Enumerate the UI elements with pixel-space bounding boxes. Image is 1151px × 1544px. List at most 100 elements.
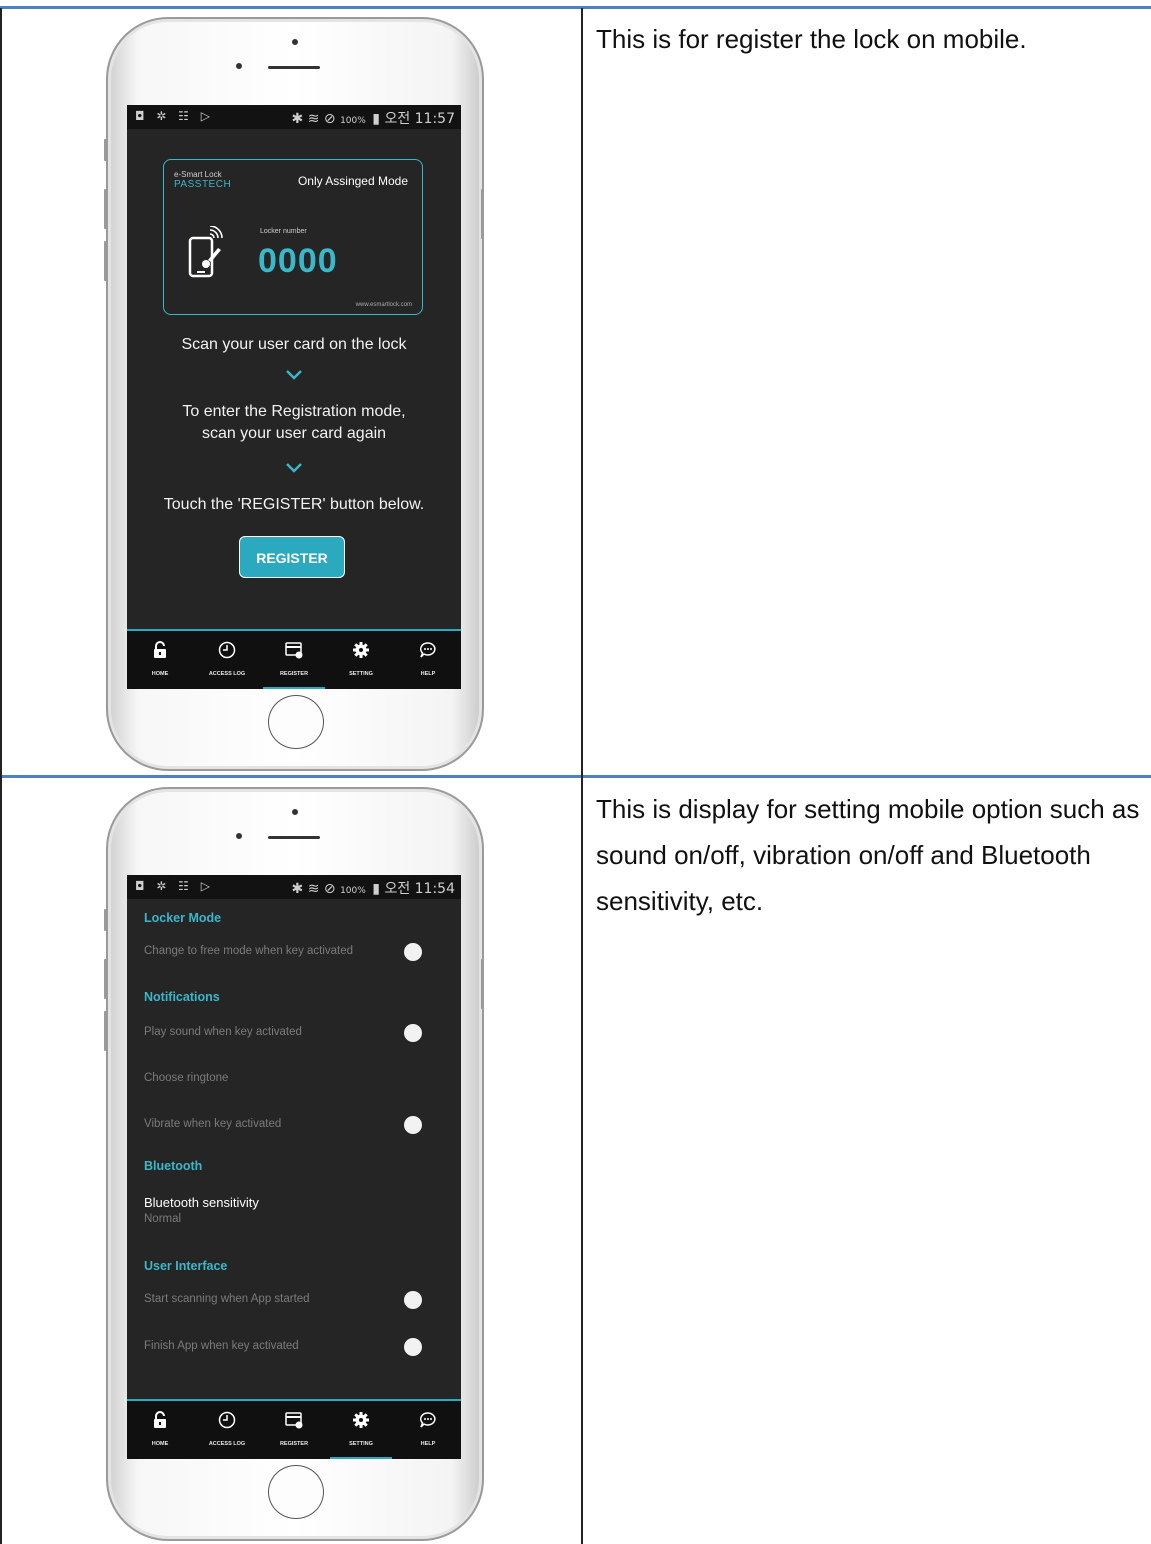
user-interface-header: User Interface [144,1259,228,1273]
nav-label: HOME [151,1441,169,1447]
phone-mockup-settings: ◘ ✲ ☷ ▷ ✱ ≋ ⊘ 100% ▮ 오전 11:54 Locker Mod… [104,787,484,1541]
nav-label: HELP [420,671,436,677]
brand-logo: PASSTECH [174,179,232,190]
instruction-step-2-line-1: To enter the Registration mode, [182,403,406,420]
vibrate-label: Vibrate when key activated [144,1118,282,1130]
free-mode-label: Change to free mode when key activated [144,945,354,957]
card-icon [285,1412,303,1429]
clock-time: 오전 11:57 [384,111,455,127]
locker-number-value: 0000 [258,242,338,280]
volume-down-button [104,241,107,281]
phone-mockup-register: ◘ ✲ ☷ ▷ ✱ ≋ ⊘ 100% ▮ 오전 11:57 e-Smart Lo… [104,17,484,771]
clock-time: 오전 11:54 [384,881,455,897]
settings-screen: ◘ ✲ ☷ ▷ ✱ ≋ ⊘ 100% ▮ 오전 11:54 Locker Mod… [127,875,461,1459]
document-table: This is for register the lock on mobile.… [0,0,1151,1544]
battery-percent: 100% [340,116,366,126]
notification-icons: ◘ ✲ ☷ ▷ [135,879,214,893]
power-button [481,959,484,1009]
mode-title: Only Assinged Mode [297,174,408,188]
nav-home[interactable]: HOME [127,1401,193,1459]
system-status: ✱ ≋ ⊘ 100% ▮ 오전 11:57 [292,108,455,128]
bottom-nav: HOME ACCESS LOG REGISTER SETTING HELP [127,629,461,689]
choose-ringtone-item[interactable]: Choose ringtone [144,1072,228,1084]
nav-label: HELP [420,1441,436,1447]
clock-icon [218,641,236,659]
bluetooth-sensitivity-item[interactable]: Bluetooth sensitivity [144,1195,259,1210]
instruction-step-2-line-2: scan your user card again [201,425,387,442]
row1-description: This is for register the lock on mobile. [596,24,1027,54]
status-bar: ◘ ✲ ☷ ▷ ✱ ≋ ⊘ 100% ▮ 오전 11:54 [127,875,461,899]
finish-app-toggle[interactable] [404,1338,422,1356]
power-button [481,189,484,239]
system-status: ✱ ≋ ⊘ 100% ▮ 오전 11:54 [292,878,455,898]
nav-label: SETTING [349,1441,373,1447]
status-bar: ◘ ✲ ☷ ▷ ✱ ≋ ⊘ 100% ▮ 오전 11:57 [127,105,461,129]
connectivity-icons: ✱ ≋ ⊘ [291,881,336,897]
volume-down-button [104,1011,107,1051]
mute-switch [104,909,107,931]
home-button [268,695,324,749]
proximity-sensor [292,809,298,815]
nav-home[interactable]: HOME [127,631,193,689]
nav-register[interactable]: REGISTER [261,1401,327,1459]
mute-switch [104,139,107,161]
nav-label: ACCESS LOG [208,671,246,677]
nav-label: REGISTER [279,671,309,677]
home-button [268,1465,324,1519]
table-left-border [0,8,2,1544]
instruction-step-1: Scan your user card on the lock [181,336,407,353]
table-column-divider [581,8,583,1544]
clock-icon [218,1411,236,1429]
instruction-step-3: Touch the 'REGISTER' button below. [163,496,425,513]
earpiece-speaker [268,836,320,839]
nav-access-log[interactable]: ACCESS LOG [194,631,260,689]
connectivity-icons: ✱ ≋ ⊘ [291,111,336,127]
start-scanning-toggle[interactable] [404,1291,422,1309]
start-scanning-label: Start scanning when App started [144,1293,310,1305]
battery-icon: ▮ [372,881,380,897]
play-sound-toggle[interactable] [404,1024,422,1042]
gear-icon [353,642,369,658]
bottom-nav: HOME ACCESS LOG REGISTER SETTING HELP [127,1399,461,1459]
nav-access-log[interactable]: ACCESS LOG [194,1401,260,1459]
row2-description: This is display for setting mobile optio… [596,794,1140,916]
front-camera [236,833,242,839]
brand-tagline: e-Smart Lock [174,170,222,179]
lock-icon [154,1411,166,1428]
nav-label: REGISTER [279,1441,309,1447]
nav-label: ACCESS LOG [208,1441,246,1447]
chevron-down-icon [286,370,302,380]
locker-card: e-Smart Lock PASSTECH Only Assinged Mode… [163,159,423,315]
proximity-sensor [292,39,298,45]
volume-up-button [104,189,107,229]
table-top-border [0,6,1151,9]
volume-up-button [104,959,107,999]
front-camera [236,63,242,69]
nav-help[interactable]: HELP [395,1401,461,1459]
nav-label: SETTING [349,671,373,677]
nav-setting[interactable]: SETTING [328,631,394,689]
notifications-header: Notifications [144,990,220,1004]
table-row-divider [0,775,1151,778]
lock-icon [154,641,166,658]
earpiece-speaker [268,66,320,69]
phone-key-icon [188,226,223,278]
nav-setting[interactable]: SETTING [328,1401,394,1459]
locker-mode-header: Locker Mode [144,911,222,925]
chevron-down-icon [286,463,302,473]
website-text: www.esmartlock.com [355,302,412,308]
free-mode-toggle[interactable] [404,943,422,961]
battery-icon: ▮ [372,111,380,127]
gear-icon [353,1412,369,1428]
bluetooth-sensitivity-value: Normal [144,1213,182,1225]
play-sound-label: Play sound when key activated [144,1026,302,1038]
register-button[interactable]: REGISTER [239,536,345,578]
nav-help[interactable]: HELP [395,631,461,689]
nav-register[interactable]: REGISTER [261,631,327,689]
chat-bubble-icon [420,1412,436,1428]
register-screen: ◘ ✲ ☷ ▷ ✱ ≋ ⊘ 100% ▮ 오전 11:57 e-Smart Lo… [127,105,461,689]
vibrate-toggle[interactable] [404,1116,422,1134]
bluetooth-header: Bluetooth [144,1159,203,1173]
card-icon [285,642,303,659]
nav-label: HOME [151,671,169,677]
